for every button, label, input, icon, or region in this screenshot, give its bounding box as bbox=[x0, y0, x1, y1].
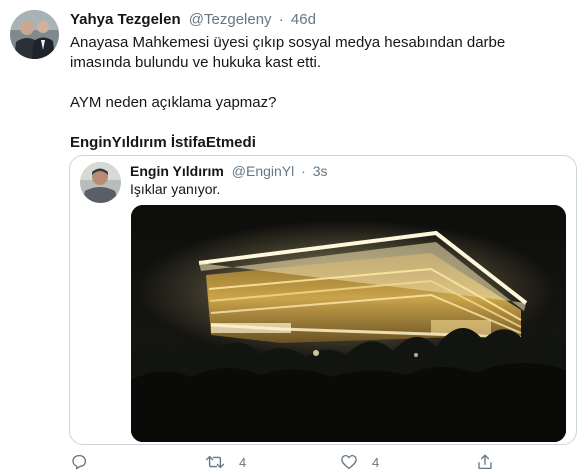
quoted-tweet[interactable]: Engin Yıldırım @EnginYl · 3s Işıklar yan… bbox=[69, 155, 577, 445]
retweet-button[interactable]: 4 bbox=[205, 452, 246, 472]
quoted-header: Engin Yıldırım @EnginYl · 3s bbox=[130, 161, 327, 181]
tweet-header: Yahya Tezgelen @Tezgeleny · 46d bbox=[70, 10, 316, 30]
author-name[interactable]: Yahya Tezgelen bbox=[70, 11, 181, 28]
tweet-timestamp[interactable]: 46d bbox=[291, 11, 316, 28]
quoted-author-handle[interactable]: @EnginYl bbox=[232, 163, 294, 179]
reply-button[interactable] bbox=[70, 452, 88, 472]
author-handle[interactable]: @Tezgeleny bbox=[189, 11, 272, 28]
author-avatar[interactable] bbox=[10, 10, 59, 59]
tweet-actions: 4 4 bbox=[0, 448, 584, 476]
tweet-text: Anayasa Mahkemesi üyesi çıkıp sosyal med… bbox=[70, 33, 570, 153]
retweet-icon bbox=[205, 453, 225, 471]
share-button[interactable] bbox=[476, 452, 494, 472]
quoted-author-avatar[interactable] bbox=[80, 162, 121, 203]
quoted-author-name[interactable]: Engin Yıldırım bbox=[130, 163, 224, 179]
reply-icon bbox=[70, 453, 88, 471]
share-icon bbox=[476, 453, 494, 471]
tweet-paragraph-1: Anayasa Mahkemesi üyesi çıkıp sosyal med… bbox=[70, 34, 506, 71]
heart-icon bbox=[340, 453, 358, 471]
like-count: 4 bbox=[372, 454, 380, 470]
tweet-paragraph-2: AYM neden açıklama yapmaz? bbox=[70, 94, 277, 111]
like-button[interactable]: 4 bbox=[340, 452, 379, 472]
separator-dot: · bbox=[278, 11, 284, 28]
quoted-separator-dot: · bbox=[301, 163, 306, 179]
retweet-count: 4 bbox=[239, 454, 247, 470]
tweet-paragraph-3: EnginYıldırım İstifaEtmedi bbox=[70, 134, 256, 151]
tweet[interactable]: Yahya Tezgelen @Tezgeleny · 46d Anayasa … bbox=[0, 0, 584, 476]
quoted-text: Işıklar yanıyor. bbox=[130, 181, 221, 197]
quoted-photo[interactable] bbox=[131, 205, 566, 442]
quoted-timestamp[interactable]: 3s bbox=[313, 163, 328, 179]
